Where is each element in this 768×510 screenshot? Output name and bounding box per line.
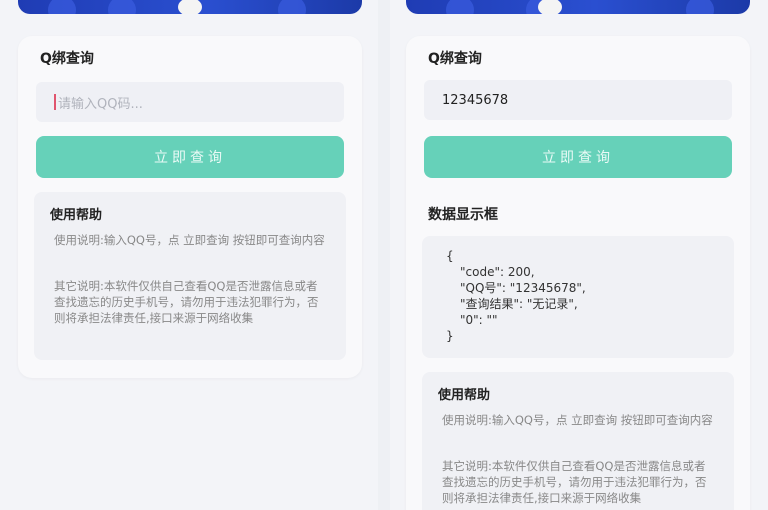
qq-input-value: 12345678 <box>442 92 509 108</box>
banner-logo <box>538 0 562 14</box>
banner-logo <box>178 0 202 14</box>
screen-before-query: Q绑查询 请输入QQ码... 立即查询 使用帮助 使用说明:输入QQ号，点 立即… <box>0 0 378 510</box>
json-line: "查询结果": "无记录", <box>460 297 578 311</box>
qq-input-placeholder: 请输入QQ码... <box>58 96 143 112</box>
screen-after-query: Q绑查询 12345678 立即查询 数据显示框 { "code": 200, … <box>390 0 768 510</box>
result-title: 数据显示框 <box>428 207 498 223</box>
help-panel: 使用帮助 使用说明:输入QQ号，点 立即查询 按钮即可查询内容 其它说明:本软件… <box>422 372 734 510</box>
help-panel: 使用帮助 使用说明:输入QQ号，点 立即查询 按钮即可查询内容 其它说明:本软件… <box>34 192 346 360</box>
query-button[interactable]: 立即查询 <box>36 136 344 178</box>
text-caret <box>54 94 56 110</box>
help-other-text: 其它说明:本软件仅供自己查看QQ是否泄露信息或者查找遗忘的历史手机号，请勿用于违… <box>54 279 319 325</box>
qq-input[interactable]: 12345678 <box>424 80 732 120</box>
card-title: Q绑查询 <box>428 51 482 67</box>
header-banner <box>406 0 750 14</box>
qq-input[interactable]: 请输入QQ码... <box>36 82 344 122</box>
json-line: } <box>446 329 454 343</box>
query-button[interactable]: 立即查询 <box>424 136 732 178</box>
json-line: { <box>446 249 454 263</box>
result-display-box: { "code": 200, "QQ号": "12345678", "查询结果"… <box>422 236 734 358</box>
help-usage-text: 使用说明:输入QQ号，点 立即查询 按钮即可查询内容 <box>442 413 713 427</box>
card-title: Q绑查询 <box>40 51 94 67</box>
help-title: 使用帮助 <box>50 208 103 223</box>
json-line: "code": 200, <box>460 265 535 279</box>
json-line: "QQ号": "12345678", <box>460 281 586 295</box>
query-card: Q绑查询 请输入QQ码... 立即查询 使用帮助 使用说明:输入QQ号，点 立即… <box>18 36 362 378</box>
json-line: "0": "" <box>460 313 498 327</box>
help-other-text: 其它说明:本软件仅供自己查看QQ是否泄露信息或者查找遗忘的历史手机号，请勿用于违… <box>442 459 707 505</box>
query-card: Q绑查询 12345678 立即查询 数据显示框 { "code": 200, … <box>406 36 750 510</box>
header-banner <box>18 0 362 14</box>
help-usage-text: 使用说明:输入QQ号，点 立即查询 按钮即可查询内容 <box>54 233 325 247</box>
help-title: 使用帮助 <box>438 388 491 403</box>
